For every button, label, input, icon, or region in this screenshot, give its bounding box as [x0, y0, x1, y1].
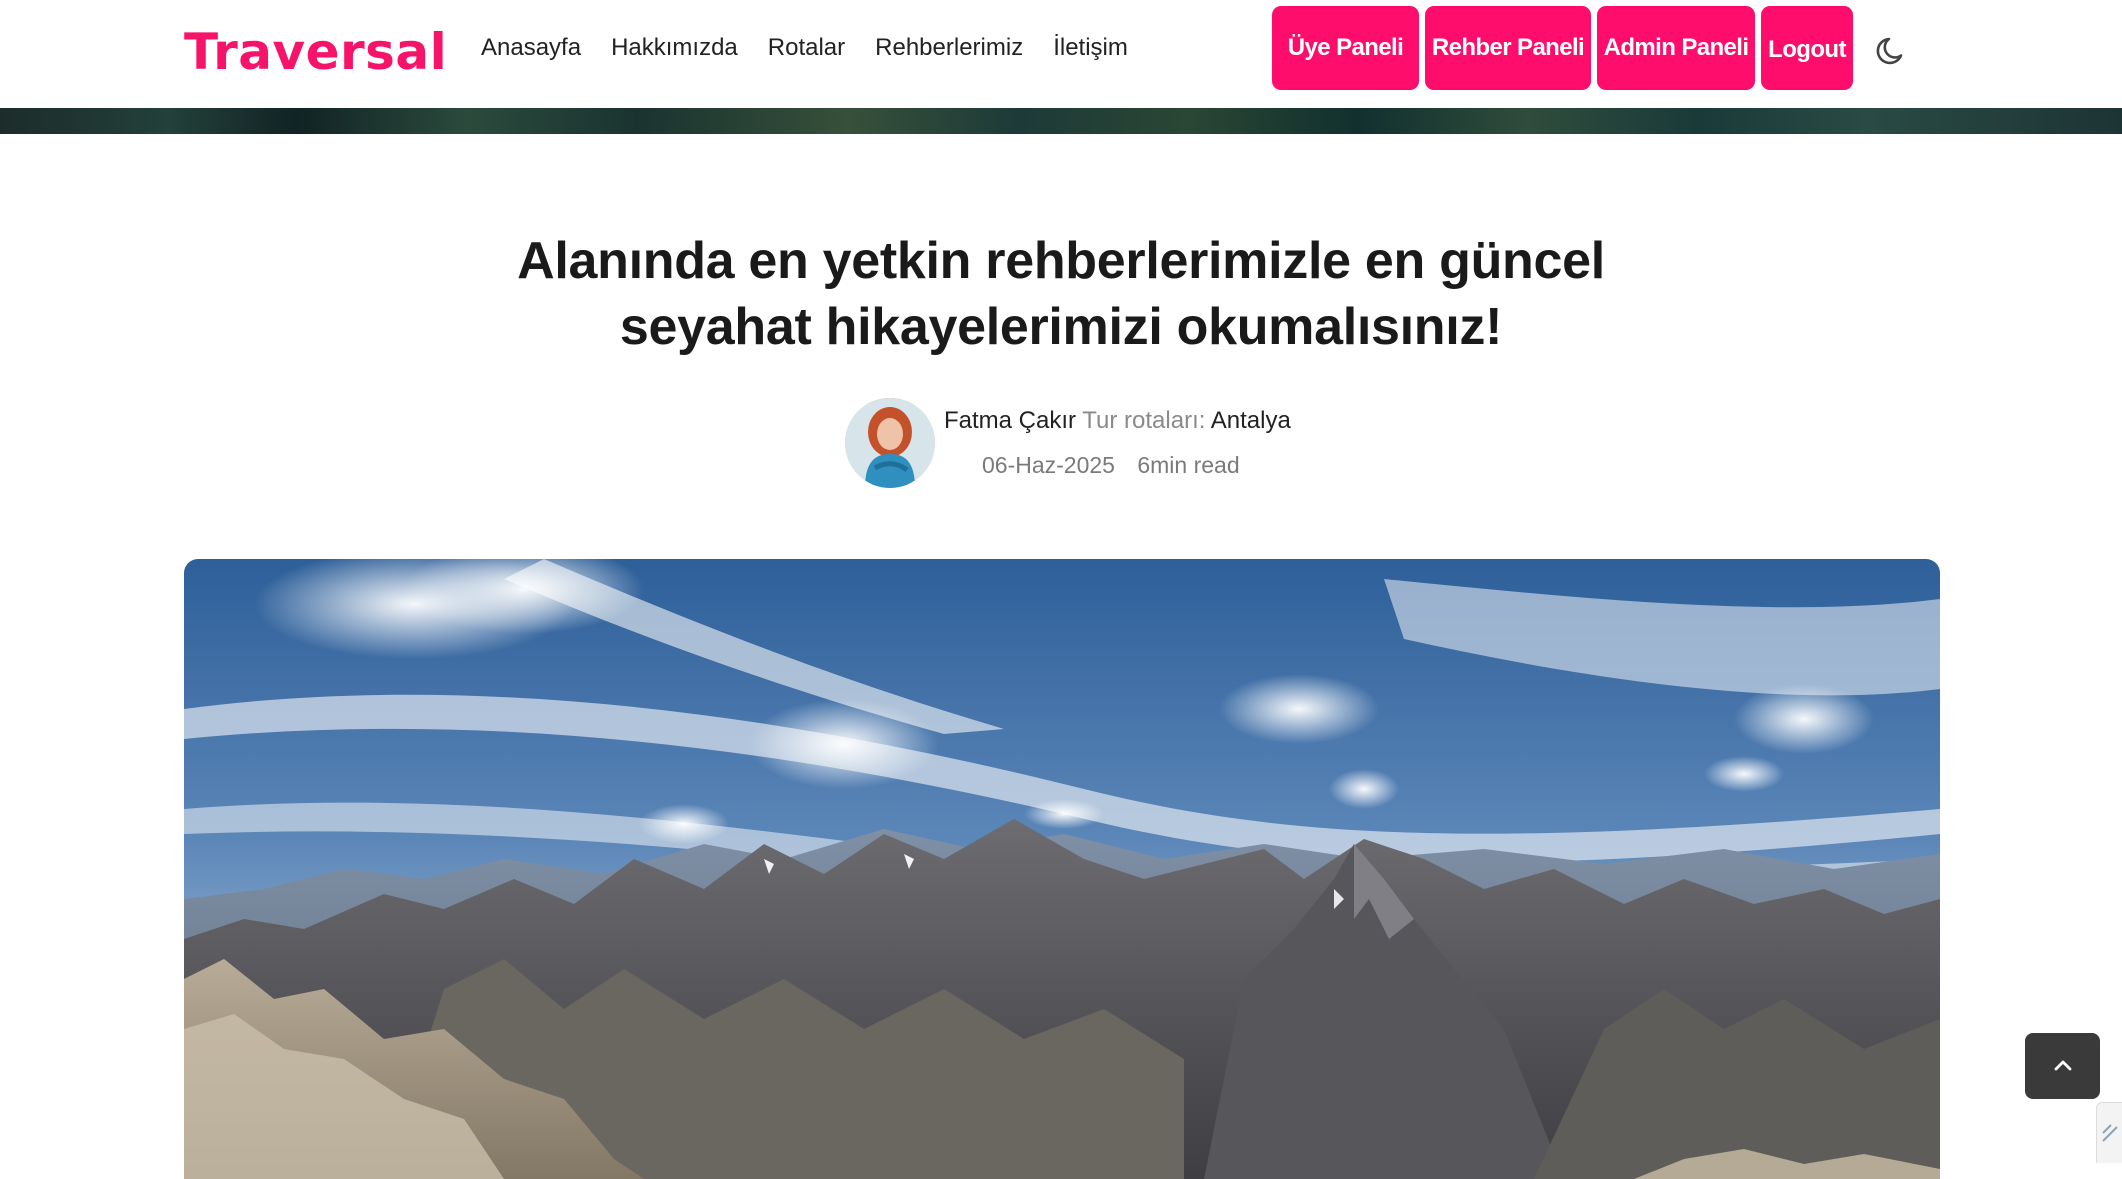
read-time: 6min read [1137, 452, 1240, 478]
nav-item-rehberlerimiz[interactable]: Rehberlerimiz [875, 28, 1023, 68]
article-date: 06-Haz-2025 [982, 452, 1115, 478]
main-nav: Anasayfa Hakkımızda Rotalar Rehberlerimi… [481, 28, 1158, 68]
rehber-panel-label: Rehber Paneli [1431, 34, 1585, 61]
browser-corner-widget [2096, 1102, 2122, 1163]
rehber-panel-button[interactable]: Rehber Paneli [1425, 6, 1591, 90]
nav-item-anasayfa[interactable]: Anasayfa [481, 28, 581, 68]
nav-item-hakkimizda[interactable]: Hakkımızda [611, 28, 738, 68]
uye-panel-button[interactable]: Üye Paneli [1272, 6, 1419, 90]
nav-item-iletisim[interactable]: İletişim [1053, 28, 1128, 68]
scroll-to-top-button[interactable] [2025, 1033, 2100, 1099]
admin-panel-button[interactable]: Admin Paneli [1597, 6, 1755, 90]
moon-icon[interactable] [1872, 30, 1912, 70]
article-meta-author: Fatma Çakır Tur rotaları: Antalya [944, 404, 1291, 438]
chevron-up-icon [2054, 1060, 2071, 1071]
panel-buttons: Üye Paneli Rehber Paneli Admin Paneli Lo… [1272, 6, 1853, 90]
route-value: Antalya [1210, 407, 1291, 434]
route-label: Tur rotaları: [1082, 407, 1206, 434]
article-title: Alanında en yetkin rehberlerimizle en gü… [517, 232, 1605, 356]
admin-panel-label: Admin Paneli [1603, 34, 1749, 61]
article-meta-date: 06-Haz-2025 6min read [982, 448, 1240, 482]
nav-item-rotalar[interactable]: Rotalar [768, 28, 845, 68]
article-main-image [184, 559, 1940, 1179]
author-avatar[interactable] [845, 398, 935, 488]
site-logo[interactable]: Traversal [184, 20, 447, 84]
uye-panel-label: Üye Paneli [1287, 34, 1404, 61]
logout-button[interactable]: Logout [1761, 6, 1853, 90]
hero-image-strip [0, 108, 2122, 134]
author-name[interactable]: Fatma Çakır [944, 407, 1076, 434]
site-header: Traversal Anasayfa Hakkımızda Rotalar Re… [0, 0, 2122, 108]
logout-label: Logout [1768, 36, 1846, 63]
